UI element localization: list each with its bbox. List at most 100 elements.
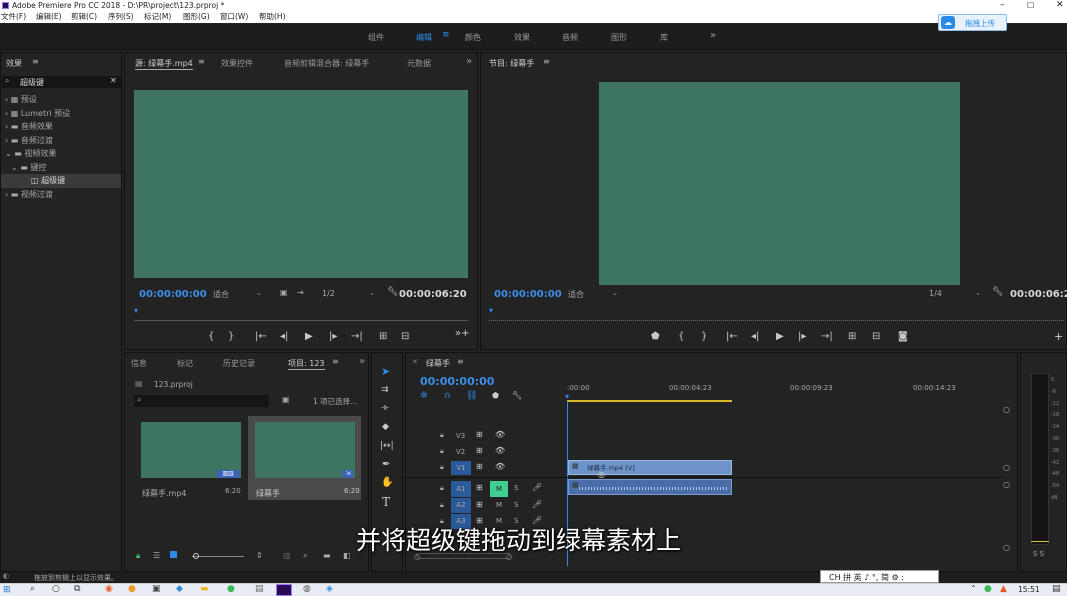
tab-markers[interactable]: 标记 [177, 358, 193, 369]
track-label-a2[interactable]: A2 [451, 498, 471, 513]
tree-item-audio-effects[interactable]: › ▬ 音频效果 [1, 120, 121, 134]
new-bin-icon[interactable]: ▣ [282, 395, 290, 404]
track-label-v1[interactable]: V1 [451, 461, 471, 475]
solo-button[interactable]: S [514, 484, 518, 492]
workspace-more-button[interactable]: » [710, 30, 716, 41]
ime-toolbar[interactable]: CH 拼 英 ♪ °, 简 ⚙ : [820, 570, 939, 583]
menu-edit[interactable]: 编辑(E) [36, 11, 62, 23]
tree-item-keying[interactable]: ⌄ ▬ 键控 [1, 161, 121, 175]
lock-track-icon[interactable]: 🔒︎ [440, 484, 444, 493]
playhead-icon[interactable]: ▾ [565, 392, 569, 401]
cortana-icon[interactable]: ○ [52, 584, 60, 594]
add-marker-icon[interactable]: ⬟ [492, 391, 499, 400]
track-label-a1[interactable]: A1 [451, 481, 471, 497]
eye-icon[interactable]: 👁︎ [495, 462, 505, 471]
scroll-handle-icon[interactable]: ○ [1003, 480, 1010, 489]
tree-item-lumetri-presets[interactable]: › ▦ Lumetri 预设 [1, 107, 121, 121]
wrench-icon[interactable]: 🔧︎ [992, 287, 1003, 297]
premiere-taskbar-icon[interactable] [276, 584, 292, 596]
zoom-slider[interactable] [192, 556, 244, 557]
panel-menu-icon[interactable]: ≡ [457, 357, 464, 366]
tab-effect-controls[interactable]: 效果控件 [221, 58, 253, 69]
video-clip[interactable]: ▦ 绿幕手.mp4 [V] [568, 460, 732, 475]
time-ruler[interactable]: :00:00 00:00:04:23 00:00:09:23 00:00:14:… [565, 381, 1003, 403]
workspace-audio[interactable]: 音频 [562, 32, 578, 43]
mark-out-icon[interactable]: } [228, 331, 234, 342]
app-icon[interactable]: ▤ [255, 584, 264, 594]
project-item-sequence[interactable]: ⇲ 绿幕手 6:20 [248, 416, 361, 500]
go-to-out-icon[interactable]: →| [821, 331, 833, 342]
browser-icon[interactable]: ◉ [105, 584, 113, 594]
workspace-libraries[interactable]: 库 [660, 32, 668, 43]
app-icon[interactable]: ● [128, 584, 136, 594]
mute-button[interactable]: M [496, 501, 502, 509]
solo-button[interactable]: S [514, 501, 518, 509]
mute-button[interactable]: M [490, 481, 508, 497]
type-tool-icon[interactable]: T [382, 495, 390, 509]
find-icon[interactable]: ⌕ [303, 551, 307, 561]
tab-program[interactable]: 节目: 绿幕手 [489, 58, 534, 69]
store-icon[interactable]: ▣ [152, 584, 161, 594]
wrench-icon[interactable]: 🔧︎ [387, 287, 398, 297]
add-marker-icon[interactable]: ⬟ [651, 331, 660, 342]
lock-icon[interactable]: 🔒︎ [136, 551, 140, 561]
clear-search-icon[interactable]: ✕ [110, 76, 117, 85]
sync-lock-icon[interactable]: ⊞ [476, 483, 483, 492]
list-view-icon[interactable]: ☰ [153, 551, 160, 560]
app-icon[interactable]: ◆ [176, 584, 183, 594]
snap-icon[interactable]: ∩ [444, 391, 451, 401]
notification-icon[interactable]: ▤ [1052, 584, 1061, 594]
insert-clip-icon[interactable]: ⊞ [379, 331, 387, 342]
program-scrubber[interactable]: ▾ [489, 306, 1064, 321]
tray-app-icon[interactable]: ▲ [1000, 584, 1007, 594]
lift-icon[interactable]: ⊞ [848, 331, 856, 342]
menu-window[interactable]: 窗口(W) [220, 11, 248, 23]
eye-icon[interactable]: 👁︎ [495, 446, 505, 455]
track-select-tool-icon[interactable]: ⇉ [381, 385, 389, 395]
workspace-assembly[interactable]: 组件 [368, 32, 384, 43]
program-resolution-select[interactable]: 1/4 [929, 289, 942, 298]
upload-button[interactable]: ☁ 拖拽上传 [938, 14, 1007, 31]
tab-audio-clip-mixer[interactable]: 音频剪辑混合器: 绿幕手 [284, 58, 369, 69]
insert-icon[interactable]: ⇥ [297, 288, 304, 297]
new-item-icon[interactable]: ◧ [343, 551, 351, 560]
effects-search-input[interactable]: 超级键 [20, 77, 44, 88]
folder-icon[interactable]: ▬ [200, 584, 209, 594]
windows-start-icon[interactable]: ⊞ [3, 585, 11, 595]
playhead-icon[interactable]: ▾ [489, 306, 493, 315]
work-area-bar[interactable] [567, 400, 732, 402]
workspace-effects[interactable]: 效果 [514, 32, 530, 43]
tray-app-icon[interactable]: ● [984, 584, 992, 594]
extract-icon[interactable]: ⊟ [872, 331, 880, 342]
tree-item-audio-transitions[interactable]: › ▬ 音频过渡 [1, 134, 121, 148]
keyframe-icon[interactable]: ◎ [598, 470, 605, 479]
microphone-icon[interactable]: 🎤︎ [532, 483, 542, 492]
program-fit-select[interactable]: 适合 [568, 289, 584, 300]
menu-clip[interactable]: 剪辑(C) [71, 11, 97, 23]
workspace-menu-icon[interactable]: ≡ [442, 30, 450, 40]
source-resolution-select[interactable]: 1/2 [322, 289, 335, 298]
minimize-icon[interactable]: – [1000, 0, 1005, 11]
nest-icon[interactable]: ✲ [420, 391, 428, 401]
task-view-icon[interactable]: ⧉ [74, 584, 80, 594]
export-frame-icon[interactable]: ▣ [280, 288, 288, 297]
go-to-in-icon[interactable]: |← [255, 331, 267, 342]
add-button-icon[interactable]: + [1054, 330, 1063, 343]
project-search-field[interactable]: ⌕ [134, 395, 269, 407]
workspace-editing[interactable]: 编辑 [416, 32, 432, 43]
tree-item-video-transitions[interactable]: › ▬ 视频过渡 [1, 188, 121, 202]
panel-menu-icon[interactable]: ≡ [32, 57, 39, 66]
maximize-icon[interactable]: ☐ [1027, 0, 1034, 11]
tab-info[interactable]: 信息 [131, 358, 147, 369]
slip-tool-icon[interactable]: |↔| [380, 441, 394, 451]
app-icon[interactable]: ◈ [326, 584, 333, 594]
tab-sequence[interactable]: 绿幕手 [426, 358, 450, 369]
automate-icon[interactable]: ▥ [283, 551, 291, 560]
source-fit-select[interactable]: 适合 [213, 289, 229, 300]
app-icon[interactable]: ◍ [303, 584, 311, 594]
sync-lock-icon[interactable]: ⊞ [476, 430, 483, 439]
search-icon[interactable]: ⌕ [30, 584, 35, 594]
ripple-edit-tool-icon[interactable]: ⟛ [381, 403, 389, 413]
new-bin-icon[interactable]: ▬ [323, 551, 331, 560]
lock-track-icon[interactable]: 🔒︎ [440, 501, 444, 510]
